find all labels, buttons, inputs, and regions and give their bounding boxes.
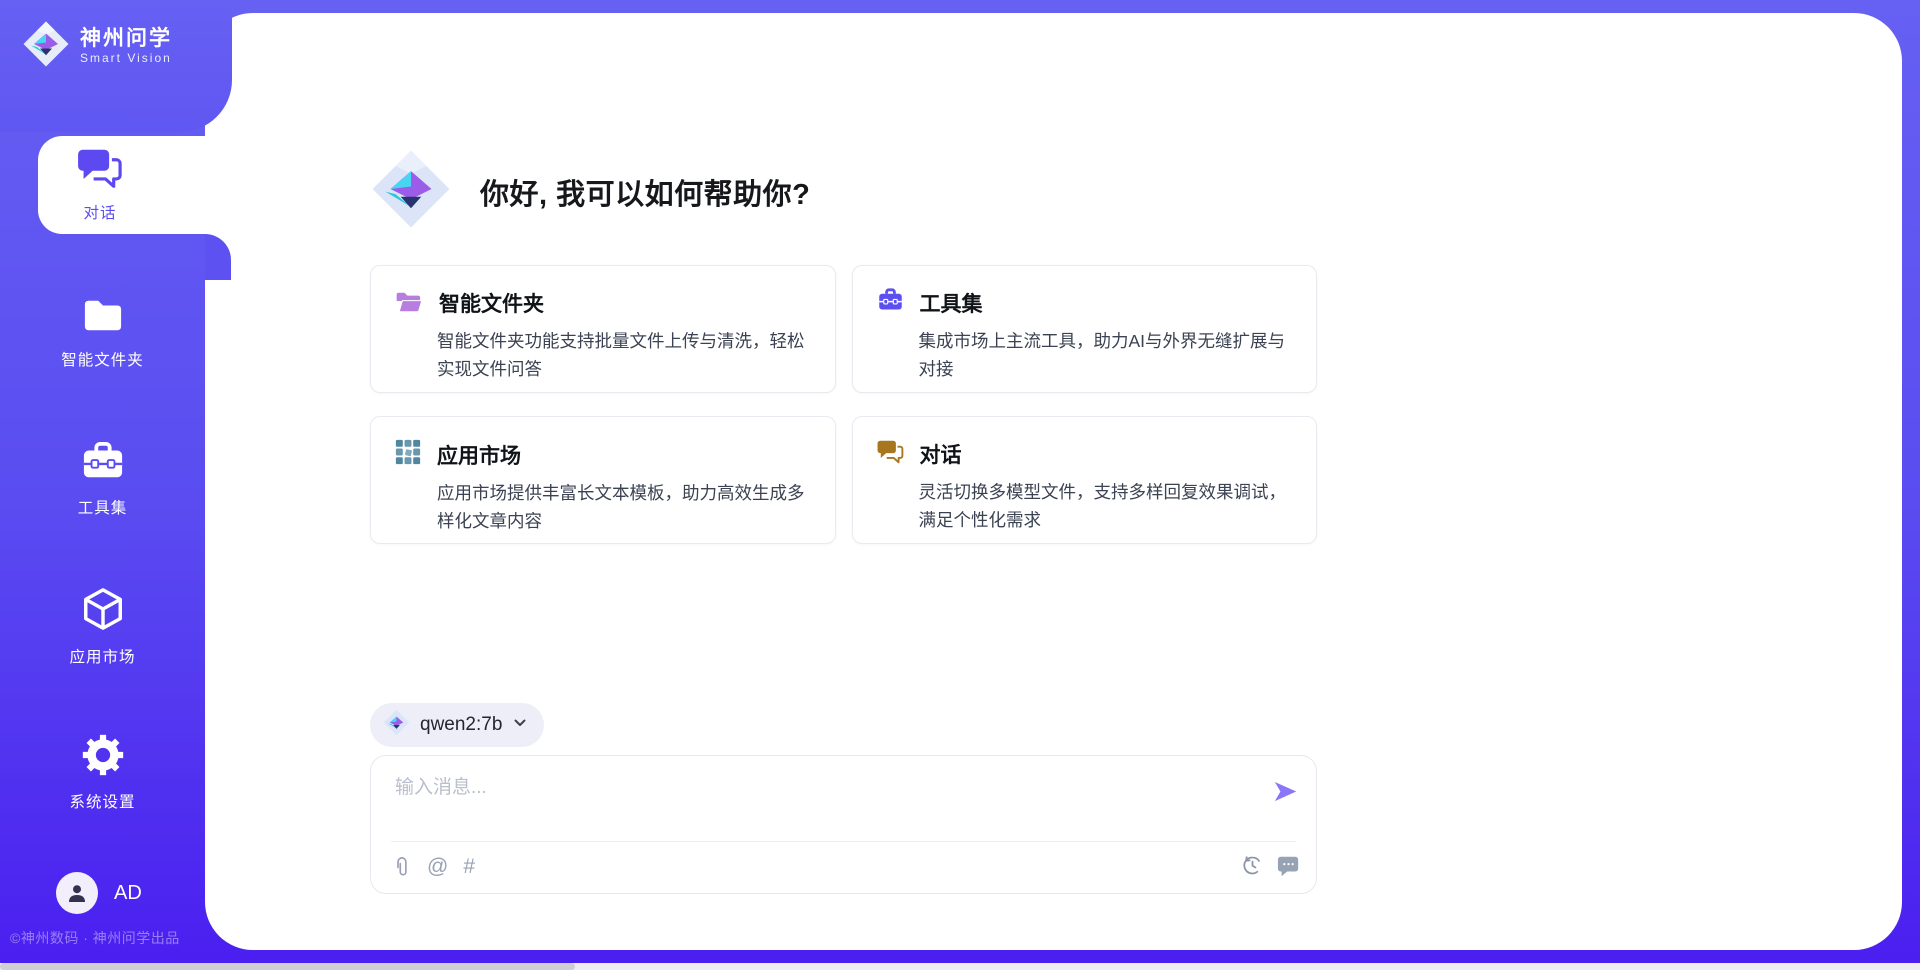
sidebar-item-smart-folder[interactable]: 智能文件夹 — [0, 295, 205, 370]
sidebar-footer-text: ©神州数码 · 神州问学出品 — [10, 928, 205, 948]
card-title: 工具集 — [920, 288, 983, 318]
user-name: AD — [114, 882, 142, 905]
card-app-market[interactable]: 应用市场 应用市场提供丰富长文本模板，助力高效生成多样化文章内容 — [370, 416, 836, 544]
sidebar-item-label: 系统设置 — [69, 790, 135, 812]
cube-icon — [80, 586, 126, 637]
app-root: 神州问学 Smart Vision 对话 智能文件夹 — [0, 0, 1920, 970]
card-description: 灵活切换多模型文件，支持多样回复效果调试，满足个性化需求 — [919, 478, 1293, 534]
sidebar-item-app-market[interactable]: 应用市场 — [0, 586, 205, 667]
horizontal-scrollbar-thumb[interactable] — [0, 963, 575, 970]
avatar — [56, 872, 98, 914]
card-description: 集成市场上主流工具，助力AI与外界无缝扩展与对接 — [919, 327, 1293, 383]
toolbox-icon — [80, 441, 126, 488]
folder-open-icon — [395, 289, 423, 318]
brand-subtitle: Smart Vision — [80, 51, 172, 66]
history-icon[interactable] — [1241, 854, 1264, 877]
card-toolbox[interactable]: 工具集 集成市场上主流工具，助力AI与外界无缝扩展与对接 — [852, 265, 1318, 393]
card-title: 应用市场 — [437, 440, 521, 470]
sidebar-item-toolbox[interactable]: 工具集 — [0, 441, 205, 518]
grid-icon — [395, 439, 421, 470]
folder-icon — [80, 295, 126, 340]
chat-icon — [77, 147, 123, 194]
brand-logo: 神州问学 Smart Vision — [22, 20, 172, 73]
composer: @ # — [370, 755, 1317, 894]
at-icon[interactable]: @ — [427, 854, 448, 880]
hash-icon[interactable]: # — [463, 854, 475, 880]
card-smart-folder[interactable]: 智能文件夹 智能文件夹功能支持批量文件上传与清洗，轻松实现文件问答 — [370, 265, 836, 393]
sidebar-item-label: 对话 — [83, 201, 116, 223]
chevron-down-icon — [512, 715, 528, 736]
logo-diamond-icon — [383, 709, 410, 741]
gear-icon — [81, 733, 125, 782]
paperclip-icon[interactable] — [391, 856, 412, 879]
send-icon[interactable] — [1270, 776, 1300, 806]
brand-diamond-icon — [22, 20, 70, 73]
sidebar-item-chat[interactable]: 对话 — [38, 136, 238, 234]
card-description: 智能文件夹功能支持批量文件上传与清洗，轻松实现文件问答 — [437, 327, 811, 383]
chat-icon — [877, 439, 904, 469]
user-chip[interactable]: AD — [56, 872, 142, 914]
composer-divider — [391, 841, 1296, 842]
card-description: 应用市场提供丰富长文本模板，助力高效生成多样化文章内容 — [437, 479, 811, 535]
card-title: 智能文件夹 — [439, 288, 544, 318]
sidebar-item-label: 工具集 — [78, 496, 128, 518]
horizontal-scrollbar — [0, 963, 1920, 970]
message-input[interactable] — [393, 770, 1237, 806]
sidebar-item-label: 智能文件夹 — [61, 348, 144, 370]
sidebar-item-settings[interactable]: 系统设置 — [0, 733, 205, 812]
card-title: 对话 — [920, 439, 962, 469]
brand-name: 神州问学 — [80, 27, 172, 51]
toolbox-icon — [877, 288, 904, 318]
model-name: qwen2:7b — [420, 714, 502, 736]
greeting-text: 你好, 我可以如何帮助你? — [480, 171, 810, 213]
feature-cards: 智能文件夹 智能文件夹功能支持批量文件上传与清洗，轻松实现文件问答 工具集 集成… — [370, 265, 1317, 544]
comment-icon[interactable] — [1277, 854, 1300, 877]
logo-diamond-icon — [370, 148, 452, 235]
sidebar-item-label: 应用市场 — [69, 645, 135, 667]
model-selector[interactable]: qwen2:7b — [370, 703, 544, 747]
greeting-block: 你好, 我可以如何帮助你? — [370, 148, 810, 235]
card-chat[interactable]: 对话 灵活切换多模型文件，支持多样回复效果调试，满足个性化需求 — [852, 416, 1318, 544]
